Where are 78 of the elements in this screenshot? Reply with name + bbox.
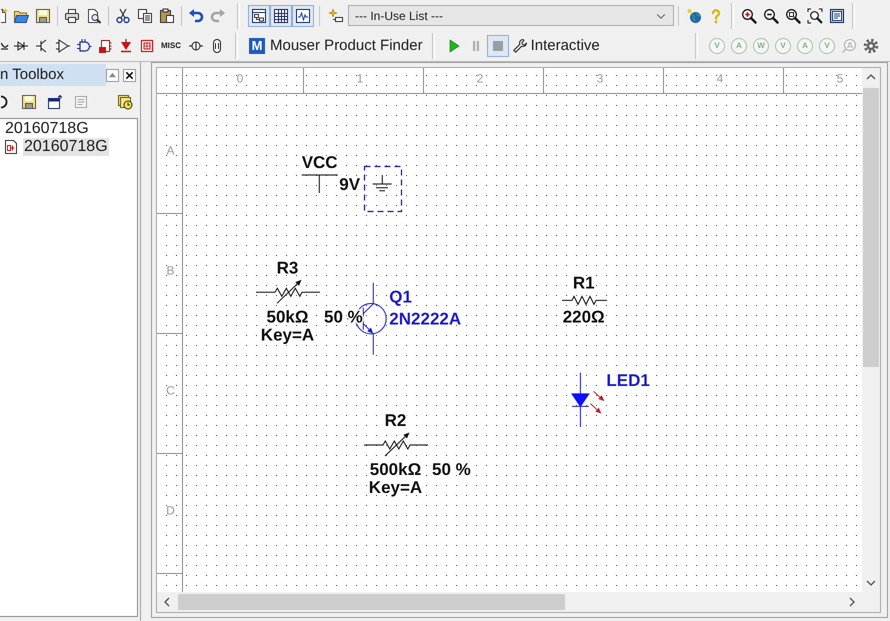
square-grid-icon	[138, 38, 154, 54]
chip-icon	[96, 38, 112, 54]
view-toggle-button[interactable]	[248, 4, 270, 26]
wrench-icon	[512, 38, 528, 54]
settings-icon	[863, 38, 879, 54]
component-label: VCC	[302, 153, 338, 172]
screen-icon	[829, 8, 845, 24]
pulse-probe-icon	[841, 38, 857, 54]
close-button[interactable]	[123, 68, 136, 82]
amplifier-icon	[54, 38, 70, 54]
save-icon	[21, 94, 37, 110]
component-value: 50kΩ	[266, 307, 308, 326]
window-icon	[47, 94, 63, 110]
product-finder-button[interactable]: M Mouser Product Finder	[246, 34, 428, 58]
chevron-up-icon	[866, 72, 876, 82]
component-value: 220Ω	[562, 307, 605, 326]
copy-icon	[137, 8, 153, 24]
arc-icon	[1, 94, 9, 110]
column-label: 4	[716, 72, 724, 86]
collapse-button[interactable]	[106, 68, 119, 82]
column-label: 5	[836, 72, 844, 86]
zoom-out-icon	[763, 8, 779, 24]
component-value: 500kΩ	[370, 460, 422, 479]
view-toggle-button[interactable]	[270, 4, 292, 26]
key-label: Key=A	[368, 478, 422, 497]
parts-dropdown[interactable]: --- In-Use List ---	[348, 5, 674, 26]
row-label: B	[166, 264, 174, 278]
zoom-area-icon	[785, 8, 801, 24]
zoom-in-icon	[741, 8, 757, 24]
view-toggle-button[interactable]	[292, 4, 314, 26]
close-icon	[125, 70, 134, 80]
chevron-down-icon	[866, 578, 876, 588]
interactive-button[interactable]: Interactive	[508, 34, 603, 58]
grid-window-icon	[273, 8, 289, 24]
component-label: R2	[384, 411, 406, 430]
tree-item[interactable]: 20160718G	[23, 138, 109, 156]
misc-button[interactable]: MISC	[157, 35, 185, 57]
component-value: 9V	[339, 175, 360, 194]
column-label: 2	[476, 72, 484, 86]
row-label: C	[166, 384, 175, 398]
scissors-icon	[115, 8, 131, 24]
tree-item[interactable]: 20160718G	[4, 120, 90, 138]
chevron-left-icon	[162, 597, 172, 607]
clipboard-icon	[159, 8, 175, 24]
gate-icon	[76, 38, 92, 54]
component-label: Q1	[389, 288, 412, 307]
page-magnifier-icon	[86, 8, 102, 24]
document-icon	[1, 8, 9, 24]
component-label: R3	[276, 258, 298, 278]
diode-icon	[12, 38, 28, 54]
schematic-page-icon	[3, 139, 19, 155]
redo-icon	[210, 8, 226, 24]
column-label: 1	[356, 72, 364, 86]
printer-icon	[64, 8, 80, 24]
undo-icon	[188, 8, 204, 24]
scrollbar-thumb[interactable]	[178, 594, 565, 610]
zoom-fit-icon	[807, 8, 823, 24]
sparkle-component-icon	[328, 8, 344, 24]
globe-icon	[686, 8, 702, 24]
triangle-up-icon	[108, 70, 117, 80]
key-label: Key=A	[260, 325, 314, 344]
row-label: D	[166, 504, 175, 518]
component-value: 2N2222A	[389, 310, 462, 329]
waveform-window-icon	[295, 8, 311, 24]
column-label: 0	[236, 72, 244, 86]
row-label: A	[166, 144, 174, 158]
window-tree-icon	[251, 8, 267, 24]
pages-clock-icon	[117, 94, 133, 110]
percent-setting: 50 %	[432, 460, 471, 479]
scrollbar-thumb[interactable]	[863, 88, 879, 367]
panel-title: n Toolbox	[0, 64, 106, 86]
component-label: R1	[572, 274, 595, 292]
chevron-right-icon	[847, 597, 857, 607]
text-lines-icon	[73, 94, 89, 110]
save-icon	[35, 8, 51, 24]
component-label: LED1	[606, 371, 650, 390]
column-label: 3	[596, 72, 604, 86]
logo: M	[249, 38, 265, 54]
